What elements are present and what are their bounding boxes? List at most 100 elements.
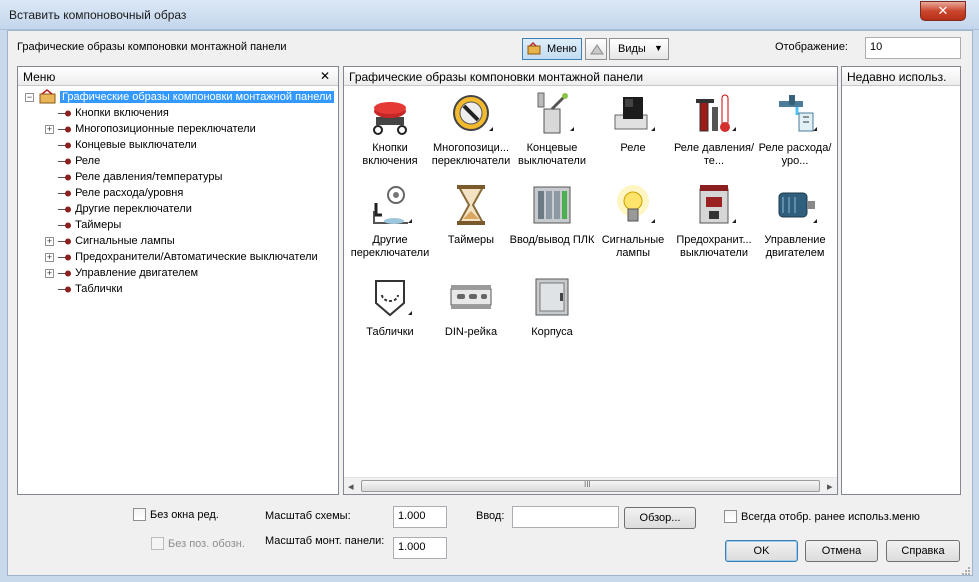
collapse-icon[interactable]: − <box>25 93 34 102</box>
gallery-tile[interactable]: Сигнальные лампы <box>589 183 677 260</box>
other-switch-icon <box>373 186 412 224</box>
node-connector-icon <box>58 142 71 149</box>
tree-item[interactable]: Кнопки включения <box>58 105 169 121</box>
gallery-tile[interactable]: Реле расхода/уро... <box>751 91 839 168</box>
menu-panel: Меню ✕ − Графические образы компоновки м… <box>17 66 339 495</box>
tree-item[interactable]: Реле <box>58 153 100 169</box>
expand-icon[interactable]: + <box>45 125 54 134</box>
gallery-tile[interactable]: Ввод/вывод ПЛК <box>508 183 596 247</box>
gallery-tile[interactable]: DIN-рейка <box>427 275 515 339</box>
menu-tree[interactable]: − Графические образы компоновки монтажно… <box>18 87 338 494</box>
gallery-tile-label: Сигнальные лампы <box>601 234 665 259</box>
tree-item-label: Управление двигателем <box>75 267 199 279</box>
gallery-tile-label: Таблички <box>366 326 414 338</box>
expand-icon[interactable]: + <box>45 253 54 262</box>
tree-item[interactable]: Таблички <box>58 281 122 297</box>
din-rail-icon <box>450 285 492 309</box>
tree-item[interactable]: Другие переключатели <box>58 201 192 217</box>
tree-root[interactable]: Графические образы компоновки монтажной … <box>60 89 334 105</box>
enclosure-icon <box>535 278 569 316</box>
panel-scale-label: Масштаб монт. панели: <box>265 535 385 547</box>
recent-list[interactable] <box>842 87 960 494</box>
no-edit-window-checkbox[interactable] <box>133 508 146 521</box>
node-connector-icon <box>58 158 71 165</box>
scheme-scale-input[interactable]: 1.000 <box>393 506 447 528</box>
always-show-recent-checkbox[interactable] <box>724 510 737 523</box>
pressure-temp-relay-icon <box>696 94 736 132</box>
tree-item-label: Реле расхода/уровня <box>75 187 184 199</box>
no-edit-window-label: Без окна ред. <box>150 509 219 521</box>
tree-item[interactable]: Сигнальные лампы <box>58 233 175 249</box>
window-close-button[interactable]: ✕ <box>920 1 966 21</box>
section-label: Графические образы компоновки монтажной … <box>17 41 287 53</box>
node-connector-icon <box>58 174 71 181</box>
scroll-right-icon[interactable]: ▸ <box>827 480 833 493</box>
relay-icon <box>614 97 655 131</box>
panel-scale-input[interactable]: 1.000 <box>393 537 447 559</box>
menu-toggle-button[interactable]: Меню <box>522 38 582 60</box>
recent-panel: Недавно использ. <box>841 66 961 495</box>
gallery-horizontal-scrollbar[interactable]: ◂ ▸ III <box>344 477 837 494</box>
no-pos-designation-label: Без поз. обозн. <box>168 538 245 550</box>
up-level-button[interactable] <box>585 38 607 60</box>
input-field[interactable] <box>512 506 619 528</box>
tree-item-label: Концевые выключатели <box>75 139 197 151</box>
fuse-breaker-icon <box>699 185 736 224</box>
gallery-tile-label: DIN-рейка <box>444 326 498 338</box>
gallery-tile[interactable]: Концевые выключатели <box>508 91 596 168</box>
gallery-header: Графические образы компоновки монтажной … <box>344 67 837 86</box>
gallery-tile[interactable]: Корпуса <box>508 275 596 339</box>
nameplate-icon <box>375 280 412 317</box>
no-pos-designation-checkbox[interactable] <box>151 537 164 550</box>
tree-item-label: Сигнальные лампы <box>75 235 175 247</box>
tree-item[interactable]: Предохранители/Автоматические выключател… <box>58 249 318 265</box>
browse-button[interactable]: Обзор... <box>624 507 696 529</box>
expand-icon[interactable]: + <box>45 269 54 278</box>
expand-icon[interactable]: + <box>45 237 54 246</box>
ok-button[interactable]: OK <box>725 540 798 562</box>
gallery-tile[interactable]: Реле <box>589 91 677 155</box>
gallery-tile-label: Другие переключатели <box>350 234 430 259</box>
gallery-tile[interactable]: Реле давления/те... <box>670 91 758 168</box>
gallery-tile[interactable]: Многопозици... переключатели <box>427 91 515 168</box>
tree-item[interactable]: Реле расхода/уровня <box>58 185 183 201</box>
tree-item-label: Другие переключатели <box>75 203 192 215</box>
tree-item[interactable]: Управление двигателем <box>58 265 198 281</box>
gallery-tile[interactable]: Управление двигателем <box>751 183 839 260</box>
gallery-tile[interactable]: Кнопки включения <box>346 91 434 168</box>
gallery-tile[interactable]: Предохранит... выключатели <box>670 183 758 260</box>
motor-control-icon <box>778 192 817 223</box>
gallery-tile[interactable]: Другие переключатели <box>346 183 434 260</box>
recent-panel-header: Недавно использ. <box>842 67 960 86</box>
display-count-input[interactable]: 10 <box>865 37 961 59</box>
tree-item[interactable]: Многопозиционные переключатели <box>58 121 256 137</box>
gallery-tile-label: Таймеры <box>447 234 495 246</box>
scheme-scale-label: Масштаб схемы: <box>265 510 351 522</box>
timer-icon <box>457 185 485 225</box>
chevron-down-icon: ▼ <box>654 43 663 53</box>
cancel-button[interactable]: Отмена <box>805 540 878 562</box>
gallery-tile-label: Реле <box>620 142 646 154</box>
gallery-tile-label: Управление двигателем <box>764 234 826 259</box>
gallery-tile[interactable]: Таймеры <box>427 183 515 247</box>
tree-item[interactable]: Концевые выключатели <box>58 137 197 153</box>
resize-grip-icon[interactable] <box>961 566 971 576</box>
scroll-grip-icon: III <box>584 480 591 489</box>
scroll-left-icon[interactable]: ◂ <box>348 480 354 493</box>
views-dropdown-button[interactable]: Виды ▼ <box>609 38 669 60</box>
node-connector-icon <box>58 254 71 261</box>
close-icon[interactable]: ✕ <box>320 69 330 83</box>
tree-item[interactable]: Таймеры <box>58 217 121 233</box>
gallery-tile-label: Ввод/вывод ПЛК <box>509 234 595 246</box>
node-connector-icon <box>58 190 71 197</box>
flow-level-relay-icon <box>779 95 817 132</box>
window-title: Вставить компоновочный образ <box>9 8 187 22</box>
node-connector-icon <box>58 222 71 229</box>
gallery-tile-label: Предохранит... выключатели <box>676 234 752 259</box>
scroll-thumb[interactable]: III <box>361 480 820 492</box>
tree-item-label: Таблички <box>75 283 123 295</box>
tree-item[interactable]: Реле давления/температуры <box>58 169 222 185</box>
help-button[interactable]: Справка <box>886 540 960 562</box>
gallery-tile[interactable]: Таблички <box>346 275 434 339</box>
tree-item-label: Предохранители/Автоматические выключател… <box>75 251 318 263</box>
